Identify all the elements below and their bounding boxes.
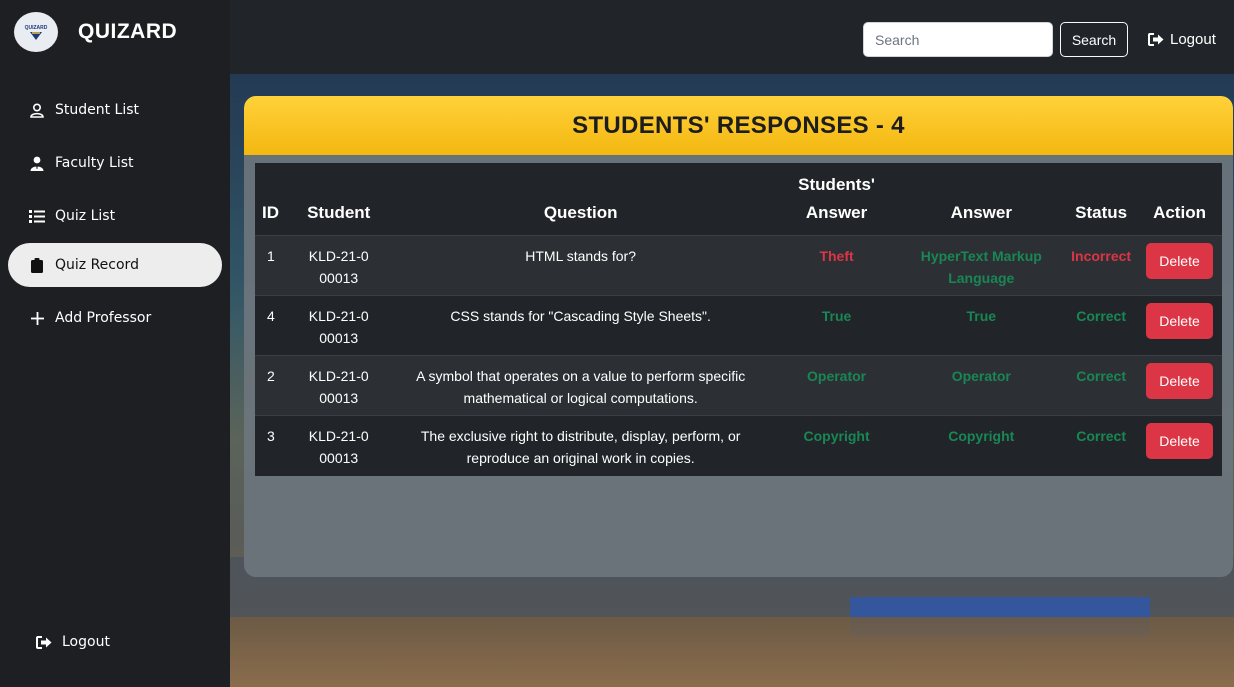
cell-status: Correct [1065, 415, 1138, 476]
user-outline-icon [28, 101, 46, 119]
cell-answer-text: HyperText Markup Language [920, 248, 1042, 286]
cell-action: Delete [1137, 295, 1222, 356]
table-row: 2 KLD-21-000013 A symbol that operates o… [255, 355, 1222, 416]
topbar-logout-label: Logout [1170, 31, 1216, 48]
topbar: Search Logout [230, 0, 1234, 74]
cell-status: Correct [1065, 355, 1138, 416]
delete-button[interactable]: Delete [1146, 243, 1214, 279]
responses-table: ID Student Question Students' Answer Ans… [255, 163, 1222, 476]
sidebar-item-quiz-record[interactable]: Quiz Record [8, 243, 222, 287]
cell-answer: Copyright [897, 415, 1066, 476]
table-row: 3 KLD-21-000013 The exclusive right to d… [255, 415, 1222, 476]
cell-action: Delete [1137, 355, 1222, 416]
sidebar-item-label: Quiz Record [55, 257, 139, 273]
list-icon [28, 207, 46, 225]
page-title: STUDENTS' RESPONSES - 4 [572, 111, 905, 139]
column-header-student: Student [291, 163, 386, 236]
cell-status: Correct [1065, 295, 1138, 356]
search-input[interactable] [863, 22, 1053, 57]
brand[interactable]: QUIZARD QUIZARD [14, 12, 177, 52]
cell-question: HTML stands for? [385, 235, 776, 296]
cell-students-answer: Copyright [775, 415, 898, 476]
cell-students-answer: Theft [775, 235, 898, 296]
table-header-row: ID Student Question Students' Answer Ans… [255, 163, 1222, 236]
cell-status: Incorrect [1065, 235, 1138, 296]
cell-answer-text: True [966, 308, 997, 324]
sidebar-logout-link[interactable]: Logout [36, 634, 110, 650]
cell-student: KLD-21-000013 [291, 355, 386, 416]
cell-id: 4 [255, 295, 292, 356]
cell-student-text: KLD-21-000013 [308, 308, 369, 346]
cell-answer: True [897, 295, 1066, 356]
sign-out-icon [36, 635, 52, 649]
cell-question: CSS stands for "Cascading Style Sheets". [385, 295, 776, 356]
topbar-logout-link[interactable]: Logout [1148, 31, 1216, 48]
column-header-students-answer: Students' Answer [775, 163, 898, 236]
cell-students-answer: Operator [775, 355, 898, 416]
sidebar-logout-label: Logout [62, 634, 110, 650]
card-header: STUDENTS' RESPONSES - 4 [244, 96, 1233, 155]
responses-table-wrapper: ID Student Question Students' Answer Ans… [255, 163, 1222, 476]
column-header-question: Question [385, 163, 776, 236]
delete-button[interactable]: Delete [1146, 423, 1214, 459]
cell-question: A symbol that operates on a value to per… [385, 355, 776, 416]
sidebar: QUIZARD QUIZARD Student List Faculty Lis… [0, 0, 230, 687]
cell-answer: Operator [897, 355, 1066, 416]
sign-out-icon [1148, 33, 1164, 46]
cell-student-text: KLD-21-000013 [308, 428, 369, 466]
plus-icon [28, 309, 46, 327]
column-header-action: Action [1137, 163, 1222, 236]
brand-title: QUIZARD [78, 20, 178, 43]
column-header-answer: Answer [897, 163, 1066, 236]
sidebar-nav: Student List Faculty List Quiz List Quiz… [8, 88, 222, 349]
sidebar-item-label: Student List [55, 102, 140, 118]
delete-button[interactable]: Delete [1146, 363, 1214, 399]
cell-answer-text: Operator [951, 368, 1011, 384]
delete-button[interactable]: Delete [1146, 303, 1214, 339]
column-header-status: Status [1065, 163, 1138, 236]
cell-student: KLD-21-000013 [291, 415, 386, 476]
cell-id: 2 [255, 355, 292, 416]
cell-student-text: KLD-21-000013 [308, 368, 369, 406]
sidebar-item-add-professor[interactable]: Add Professor [8, 296, 222, 340]
column-header-students-answer-text: Students' Answer [798, 175, 875, 222]
cell-question: The exclusive right to distribute, displ… [385, 415, 776, 476]
cell-student: KLD-21-000013 [291, 235, 386, 296]
sidebar-item-student-list[interactable]: Student List [8, 88, 222, 132]
table-row: 1 KLD-21-000013 HTML stands for? Theft H… [255, 235, 1222, 296]
cell-student-text: KLD-21-000013 [308, 248, 369, 286]
sidebar-item-label: Quiz List [55, 208, 116, 224]
sidebar-item-quiz-list[interactable]: Quiz List [8, 194, 222, 238]
quizard-logo: QUIZARD [14, 12, 58, 52]
cell-student: KLD-21-000013 [291, 295, 386, 356]
cell-students-answer: True [775, 295, 898, 356]
column-header-id: ID [255, 163, 292, 236]
user-tie-icon [28, 154, 46, 172]
sidebar-item-faculty-list[interactable]: Faculty List [8, 141, 222, 185]
clipboard-icon [28, 256, 46, 274]
cell-action: Delete [1137, 235, 1222, 296]
svg-text:QUIZARD: QUIZARD [25, 25, 48, 31]
sidebar-item-label: Add Professor [55, 310, 152, 326]
cell-id: 3 [255, 415, 292, 476]
cell-answer: HyperText Markup Language [897, 235, 1066, 296]
responses-card: STUDENTS' RESPONSES - 4 ID Student Quest… [244, 96, 1233, 577]
cell-action: Delete [1137, 415, 1222, 476]
table-row: 4 KLD-21-000013 CSS stands for "Cascadin… [255, 295, 1222, 356]
sidebar-item-label: Faculty List [55, 155, 134, 171]
search-button[interactable]: Search [1060, 22, 1128, 57]
cell-id: 1 [255, 235, 292, 296]
cell-answer-text: Copyright [948, 428, 1015, 444]
